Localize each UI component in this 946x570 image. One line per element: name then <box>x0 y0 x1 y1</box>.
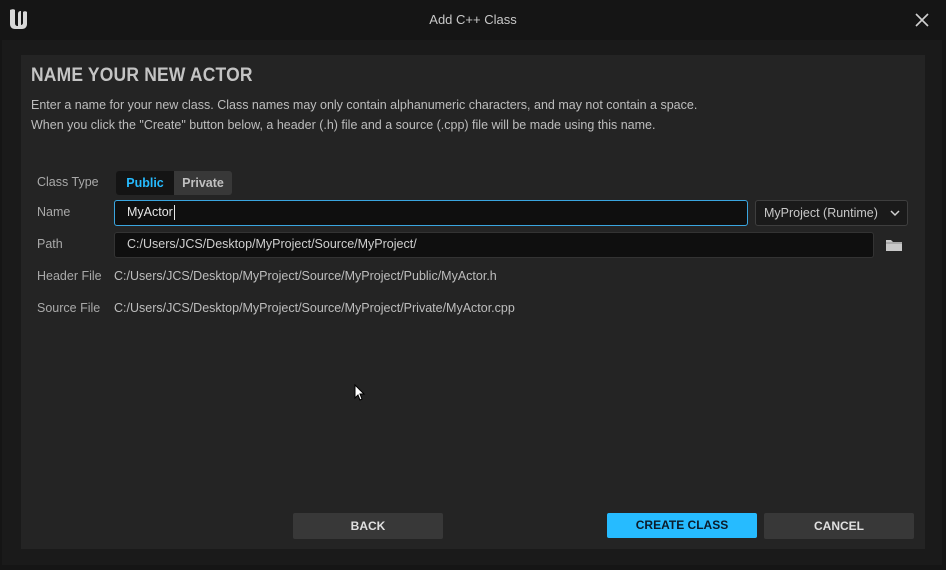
create-class-button[interactable]: CREATE CLASS <box>607 513 757 538</box>
class-type-toggle: Public Private <box>116 171 232 195</box>
chevron-down-icon <box>890 210 900 217</box>
source-file-path: C:/Users/JCS/Desktop/MyProject/Source/My… <box>114 301 515 315</box>
text-caret <box>174 205 175 220</box>
path-input[interactable]: C:/Users/JCS/Desktop/MyProject/Source/My… <box>114 232 874 258</box>
class-type-public-button[interactable]: Public <box>116 171 174 195</box>
mouse-cursor-icon <box>354 384 366 401</box>
back-button[interactable]: BACK <box>293 513 443 539</box>
description-line-1: Enter a name for your new class. Class n… <box>31 98 698 112</box>
add-class-dialog: Add C++ Class NAME YOUR NEW ACTOR Enter … <box>0 0 946 570</box>
module-dropdown[interactable]: MyProject (Runtime) <box>755 200 908 226</box>
path-value: C:/Users/JCS/Desktop/MyProject/Source/My… <box>127 237 417 251</box>
header-file-path: C:/Users/JCS/Desktop/MyProject/Source/My… <box>114 269 497 283</box>
source-file-label: Source File <box>37 301 101 315</box>
class-name-input[interactable]: MyActor <box>114 200 748 226</box>
path-label: Path <box>37 237 63 251</box>
folder-icon[interactable] <box>884 236 904 254</box>
header-file-label: Header File <box>37 269 102 283</box>
class-type-label: Class Type <box>37 175 99 189</box>
page-title: NAME YOUR NEW ACTOR <box>31 65 253 86</box>
title-bar: Add C++ Class <box>0 0 946 40</box>
window-title: Add C++ Class <box>429 12 517 27</box>
description-line-2: When you click the "Create" button below… <box>31 118 656 132</box>
class-name-value: MyActor <box>127 205 173 219</box>
module-dropdown-value: MyProject (Runtime) <box>764 206 878 220</box>
cancel-button[interactable]: CANCEL <box>764 513 914 539</box>
class-type-private-button[interactable]: Private <box>174 171 232 195</box>
close-icon[interactable] <box>912 10 932 30</box>
name-label: Name <box>37 205 71 219</box>
